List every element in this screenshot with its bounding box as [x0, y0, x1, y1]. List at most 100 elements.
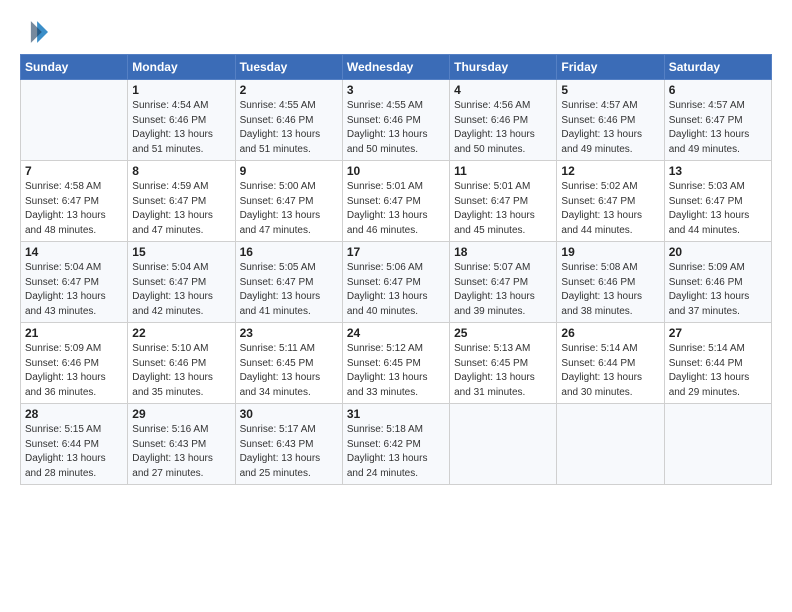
day-number: 13 [669, 164, 767, 178]
cell-details: Sunrise: 4:58 AM Sunset: 6:47 PM Dayligh… [25, 180, 123, 238]
day-number: 28 [25, 407, 123, 421]
cell-details: Sunrise: 5:01 AM Sunset: 6:47 PM Dayligh… [347, 180, 445, 238]
calendar-cell [664, 404, 771, 485]
cell-details: Sunrise: 4:57 AM Sunset: 6:46 PM Dayligh… [561, 99, 659, 157]
cell-details: Sunrise: 5:03 AM Sunset: 6:47 PM Dayligh… [669, 180, 767, 238]
day-number: 10 [347, 164, 445, 178]
cell-details: Sunrise: 5:01 AM Sunset: 6:47 PM Dayligh… [454, 180, 552, 238]
calendar-cell: 4 Sunrise: 4:56 AM Sunset: 6:46 PM Daylig… [450, 80, 557, 161]
cell-details: Sunrise: 5:09 AM Sunset: 6:46 PM Dayligh… [669, 261, 767, 319]
day-number: 19 [561, 245, 659, 259]
calendar-cell: 8 Sunrise: 4:59 AM Sunset: 6:47 PM Daylig… [128, 161, 235, 242]
cell-details: Sunrise: 4:55 AM Sunset: 6:46 PM Dayligh… [240, 99, 338, 157]
day-number: 11 [454, 164, 552, 178]
cell-details: Sunrise: 5:13 AM Sunset: 6:45 PM Dayligh… [454, 342, 552, 400]
cell-details: Sunrise: 5:07 AM Sunset: 6:47 PM Dayligh… [454, 261, 552, 319]
cell-details: Sunrise: 5:06 AM Sunset: 6:47 PM Dayligh… [347, 261, 445, 319]
cell-details: Sunrise: 5:18 AM Sunset: 6:42 PM Dayligh… [347, 423, 445, 481]
calendar-cell: 24 Sunrise: 5:12 AM Sunset: 6:45 PM Dayli… [342, 323, 449, 404]
day-number: 6 [669, 83, 767, 97]
cell-details: Sunrise: 4:54 AM Sunset: 6:46 PM Dayligh… [132, 99, 230, 157]
calendar-week-row: 7 Sunrise: 4:58 AM Sunset: 6:47 PM Daylig… [21, 161, 772, 242]
cell-details: Sunrise: 5:04 AM Sunset: 6:47 PM Dayligh… [25, 261, 123, 319]
cell-details: Sunrise: 5:09 AM Sunset: 6:46 PM Dayligh… [25, 342, 123, 400]
calendar-cell: 15 Sunrise: 5:04 AM Sunset: 6:47 PM Dayli… [128, 242, 235, 323]
calendar-cell: 10 Sunrise: 5:01 AM Sunset: 6:47 PM Dayli… [342, 161, 449, 242]
calendar-week-row: 21 Sunrise: 5:09 AM Sunset: 6:46 PM Dayli… [21, 323, 772, 404]
cell-details: Sunrise: 5:12 AM Sunset: 6:45 PM Dayligh… [347, 342, 445, 400]
calendar-cell: 30 Sunrise: 5:17 AM Sunset: 6:43 PM Dayli… [235, 404, 342, 485]
cell-details: Sunrise: 4:55 AM Sunset: 6:46 PM Dayligh… [347, 99, 445, 157]
calendar-week-row: 14Sunrise: 5:04 AM Sunset: 6:47 PM Dayli… [21, 242, 772, 323]
day-number: 31 [347, 407, 445, 421]
day-number: 2 [240, 83, 338, 97]
calendar-cell [450, 404, 557, 485]
cell-details: Sunrise: 5:04 AM Sunset: 6:47 PM Dayligh… [132, 261, 230, 319]
calendar-cell: 23Sunrise: 5:11 AM Sunset: 6:45 PM Dayli… [235, 323, 342, 404]
calendar-body: 1 Sunrise: 4:54 AM Sunset: 6:46 PM Daylig… [21, 80, 772, 485]
logo [20, 22, 52, 46]
day-number: 16 [240, 245, 338, 259]
calendar-cell: 31 Sunrise: 5:18 AM Sunset: 6:42 PM Dayli… [342, 404, 449, 485]
cell-details: Sunrise: 5:05 AM Sunset: 6:47 PM Dayligh… [240, 261, 338, 319]
day-number: 30 [240, 407, 338, 421]
col-header-monday: Monday [128, 55, 235, 80]
cell-details: Sunrise: 5:17 AM Sunset: 6:43 PM Dayligh… [240, 423, 338, 481]
col-header-thursday: Thursday [450, 55, 557, 80]
day-number: 12 [561, 164, 659, 178]
calendar-cell: 14Sunrise: 5:04 AM Sunset: 6:47 PM Dayli… [21, 242, 128, 323]
day-number: 24 [347, 326, 445, 340]
day-number: 25 [454, 326, 552, 340]
calendar-cell: 1 Sunrise: 4:54 AM Sunset: 6:46 PM Daylig… [128, 80, 235, 161]
logo-icon [20, 18, 48, 46]
calendar-cell: 6 Sunrise: 4:57 AM Sunset: 6:47 PM Daylig… [664, 80, 771, 161]
calendar-cell: 19 Sunrise: 5:08 AM Sunset: 6:46 PM Dayli… [557, 242, 664, 323]
calendar-cell: 28 Sunrise: 5:15 AM Sunset: 6:44 PM Dayli… [21, 404, 128, 485]
cell-details: Sunrise: 5:15 AM Sunset: 6:44 PM Dayligh… [25, 423, 123, 481]
calendar-cell: 11 Sunrise: 5:01 AM Sunset: 6:47 PM Dayli… [450, 161, 557, 242]
day-number: 1 [132, 83, 230, 97]
col-header-friday: Friday [557, 55, 664, 80]
col-header-sunday: Sunday [21, 55, 128, 80]
header [20, 18, 772, 46]
calendar-cell: 2 Sunrise: 4:55 AM Sunset: 6:46 PM Daylig… [235, 80, 342, 161]
cell-details: Sunrise: 4:57 AM Sunset: 6:47 PM Dayligh… [669, 99, 767, 157]
calendar-cell: 3 Sunrise: 4:55 AM Sunset: 6:46 PM Daylig… [342, 80, 449, 161]
day-number: 3 [347, 83, 445, 97]
calendar-header-row: SundayMondayTuesdayWednesdayThursdayFrid… [21, 55, 772, 80]
day-number: 27 [669, 326, 767, 340]
col-header-tuesday: Tuesday [235, 55, 342, 80]
day-number: 23 [240, 326, 338, 340]
calendar-week-row: 28 Sunrise: 5:15 AM Sunset: 6:44 PM Dayli… [21, 404, 772, 485]
col-header-wednesday: Wednesday [342, 55, 449, 80]
calendar-cell: 26Sunrise: 5:14 AM Sunset: 6:44 PM Dayli… [557, 323, 664, 404]
day-number: 5 [561, 83, 659, 97]
calendar-cell: 9 Sunrise: 5:00 AM Sunset: 6:47 PM Daylig… [235, 161, 342, 242]
day-number: 4 [454, 83, 552, 97]
day-number: 29 [132, 407, 230, 421]
page: SundayMondayTuesdayWednesdayThursdayFrid… [0, 0, 792, 495]
day-number: 8 [132, 164, 230, 178]
calendar-cell [557, 404, 664, 485]
calendar-cell: 16 Sunrise: 5:05 AM Sunset: 6:47 PM Dayli… [235, 242, 342, 323]
day-number: 20 [669, 245, 767, 259]
cell-details: Sunrise: 5:02 AM Sunset: 6:47 PM Dayligh… [561, 180, 659, 238]
day-number: 22 [132, 326, 230, 340]
day-number: 7 [25, 164, 123, 178]
cell-details: Sunrise: 5:00 AM Sunset: 6:47 PM Dayligh… [240, 180, 338, 238]
cell-details: Sunrise: 4:56 AM Sunset: 6:46 PM Dayligh… [454, 99, 552, 157]
day-number: 9 [240, 164, 338, 178]
calendar-cell: 7 Sunrise: 4:58 AM Sunset: 6:47 PM Daylig… [21, 161, 128, 242]
day-number: 17 [347, 245, 445, 259]
day-number: 15 [132, 245, 230, 259]
calendar-week-row: 1 Sunrise: 4:54 AM Sunset: 6:46 PM Daylig… [21, 80, 772, 161]
col-header-saturday: Saturday [664, 55, 771, 80]
cell-details: Sunrise: 4:59 AM Sunset: 6:47 PM Dayligh… [132, 180, 230, 238]
day-number: 18 [454, 245, 552, 259]
calendar-cell: 20 Sunrise: 5:09 AM Sunset: 6:46 PM Dayli… [664, 242, 771, 323]
calendar-cell: 12 Sunrise: 5:02 AM Sunset: 6:47 PM Dayli… [557, 161, 664, 242]
day-number: 21 [25, 326, 123, 340]
calendar-cell: 18 Sunrise: 5:07 AM Sunset: 6:47 PM Dayli… [450, 242, 557, 323]
cell-details: Sunrise: 5:08 AM Sunset: 6:46 PM Dayligh… [561, 261, 659, 319]
calendar-cell: 5 Sunrise: 4:57 AM Sunset: 6:46 PM Daylig… [557, 80, 664, 161]
